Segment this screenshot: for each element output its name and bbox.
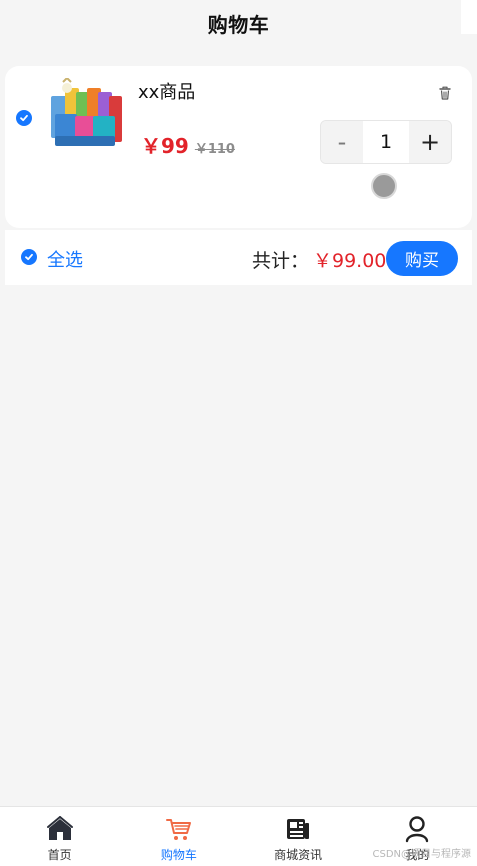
news-icon: [284, 815, 312, 843]
header: 购物车: [0, 0, 461, 48]
tab-label-news: 商城资讯: [274, 848, 323, 862]
tab-cart[interactable]: 购物车: [119, 807, 238, 866]
decrease-button[interactable]: -: [321, 121, 363, 163]
quantity-stepper: - 1 +: [320, 120, 452, 164]
summary-bar: 全选 共计： ￥99.00 购买: [5, 230, 472, 285]
delete-button[interactable]: [436, 84, 454, 102]
current-price: ￥99: [141, 134, 189, 158]
check-icon: [25, 253, 33, 261]
select-all-checkbox[interactable]: [21, 249, 37, 265]
price-group: ￥99 ￥110: [141, 130, 235, 159]
cart-item-card: xx商品 ￥99 ￥110 - 1 +: [5, 66, 472, 228]
tab-label-home: 首页: [47, 848, 72, 862]
cart-icon: [165, 815, 193, 843]
total-amount: ￥99.00: [313, 250, 387, 272]
item-checkbox[interactable]: [16, 110, 32, 126]
cart-page: 购物车 xx商品 ￥99 ￥110 - 1 + 全选 共计： ￥99.00 购买…: [0, 0, 477, 866]
select-all-label[interactable]: 全选: [47, 246, 83, 272]
tab-news[interactable]: 商城资讯: [239, 807, 358, 866]
quantity-value[interactable]: 1: [363, 121, 409, 163]
header-right-patch: [461, 0, 477, 34]
watermark: CSDN@项目与程序源: [372, 849, 471, 860]
product-image[interactable]: [47, 78, 125, 156]
check-icon: [20, 114, 28, 122]
increase-button[interactable]: +: [409, 121, 451, 163]
drag-handle[interactable]: [371, 173, 397, 199]
product-image-icon: [47, 78, 125, 156]
home-icon: [46, 815, 74, 843]
product-name: xx商品: [138, 82, 196, 103]
page-title: 购物车: [207, 13, 270, 37]
tab-home[interactable]: 首页: [0, 807, 119, 866]
trash-icon: [439, 86, 451, 100]
tab-label-cart: 购物车: [160, 848, 197, 862]
total-label: 共计：: [252, 250, 310, 272]
original-price: ￥110: [194, 142, 235, 157]
buy-button[interactable]: 购买: [386, 241, 458, 276]
user-icon: [403, 815, 431, 843]
tab-bar: 首页 购物车 商城资讯 我的 CSDN@项目与程序源: [0, 806, 477, 866]
